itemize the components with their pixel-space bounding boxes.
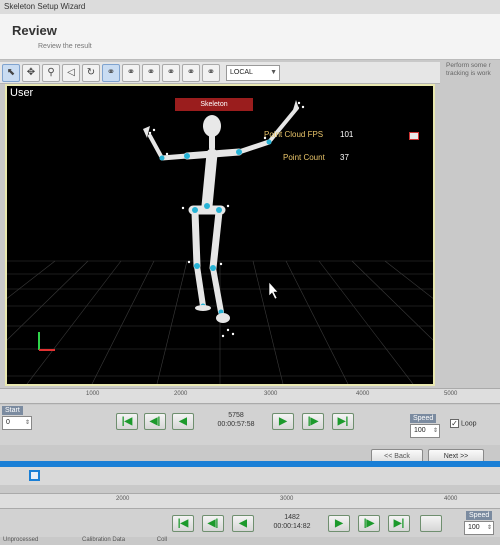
skip-to-start-button[interactable]: |◀ (172, 515, 194, 532)
rotate-icon[interactable]: ↻ (82, 63, 100, 82)
speed-input[interactable]: 100 ⇕ (410, 424, 440, 438)
speed-input[interactable]: 100 ⇕ (464, 521, 494, 535)
page-subtitle: Review the result (38, 43, 92, 50)
tick-label: 2000 (174, 391, 188, 397)
tick-label: 1000 (86, 391, 100, 397)
checkmark-icon[interactable]: ✓ (450, 419, 459, 428)
status-middle: Calibration Data (82, 537, 126, 543)
bone-icon[interactable]: ⚭ (162, 63, 180, 82)
start-frame-value: 0 (6, 419, 10, 426)
tick-label: 2000 (116, 496, 130, 502)
camera-icon[interactable] (409, 132, 419, 140)
tick-label: 3000 (264, 391, 278, 397)
timeline-ruler[interactable]: 1000 2000 3000 4000 5000 (0, 388, 500, 404)
status-left: Unprocessed (3, 537, 39, 543)
strip-marker[interactable] (29, 470, 40, 481)
tick-label: 3000 (280, 496, 294, 502)
timecode: 00:00:57:58 (217, 421, 255, 428)
chevron-down-icon: ▼ (270, 68, 277, 76)
bone-icon[interactable]: ⚭ (202, 63, 220, 82)
bone-icon[interactable]: ⚭ (122, 63, 140, 82)
skeleton-tag[interactable]: Skeleton (175, 98, 253, 111)
point-cloud-fps-label: Point Cloud FPS (264, 130, 324, 139)
secondary-playback-controls: |◀ ◀| ◀ 1482 00:00:14:82 ▶ |▶ ▶| Speed 1… (0, 509, 500, 537)
speed-label: Speed (466, 511, 493, 520)
wizard-header: Review Review the result (0, 14, 500, 60)
play-reverse-button[interactable]: ◀ (232, 515, 254, 532)
secondary-strip (0, 467, 500, 485)
frame-readout: 5758 00:00:57:58 (207, 411, 265, 433)
spinner-icon[interactable]: ⇕ (25, 417, 30, 429)
step-forward-button[interactable]: |▶ (358, 515, 380, 532)
frame-number: 1482 (284, 514, 300, 521)
play-button[interactable]: ▶ (328, 515, 350, 532)
start-label: Start (2, 406, 23, 415)
step-back-button[interactable]: ◀| (202, 515, 224, 532)
timecode: 00:00:14:82 (273, 523, 311, 530)
zoom-icon[interactable]: ⚲ (42, 63, 60, 82)
viewport-scene (7, 100, 433, 384)
playback-controls: Start 0 ⇕ |◀ ◀| ◀ 5758 00:00:57:58 ▶ |▶ … (0, 405, 500, 445)
skip-to-end-button[interactable]: ▶| (332, 413, 354, 430)
speed-label: Speed (410, 414, 437, 423)
loop-label: Loop (460, 420, 477, 428)
spinner-icon[interactable]: ⇕ (487, 522, 492, 534)
viewport-toolbar: ⬉ ✥ ⚲ ◁ ↻ ⚭ ⚭ ⚭ ⚭ ⚭ ⚭ LOCAL ▼ (0, 62, 440, 84)
tick-label: 4000 (444, 496, 458, 502)
loop-checkbox[interactable]: ✓ Loop (450, 419, 477, 428)
start-frame-input[interactable]: 0 ⇕ (2, 416, 32, 430)
point-count-value: 37 (340, 153, 349, 162)
bone-icon[interactable]: ⚭ (182, 63, 200, 82)
tick-label: 4000 (356, 391, 370, 397)
3d-viewport[interactable]: User Skeleton Point Cloud FPS 101 Point … (5, 84, 435, 386)
skip-to-end-button[interactable]: ▶| (388, 515, 410, 532)
step-back-button[interactable]: ◀| (144, 413, 166, 430)
bone-icon[interactable]: ⚭ (102, 63, 120, 82)
step-forward-button[interactable]: |▶ (302, 413, 324, 430)
coordinate-mode-value: LOCAL (230, 68, 253, 76)
tick-label: 5000 (444, 391, 458, 397)
viewport-label: User (10, 87, 34, 99)
bone-icon[interactable]: ⚭ (142, 63, 160, 82)
status-bar: Unprocessed Calibration Data Coll (0, 537, 500, 545)
record-button[interactable] (420, 515, 442, 532)
status-right: Coll (156, 537, 168, 543)
skip-to-start-button[interactable]: |◀ (116, 413, 138, 430)
mouse-cursor-icon (268, 281, 279, 300)
secondary-timeline-ruler[interactable]: 2000 3000 4000 (0, 493, 500, 509)
speed-value: 100 (468, 524, 480, 531)
play-button[interactable]: ▶ (272, 413, 294, 430)
frame-readout: 1482 00:00:14:82 (263, 513, 321, 535)
window-titlebar: Skeleton Setup Wizard (0, 0, 500, 14)
spinner-icon[interactable]: ⇕ (433, 425, 438, 437)
speaker-icon[interactable]: ◁ (62, 63, 80, 82)
page-title: Review (12, 23, 57, 38)
select-icon[interactable]: ⬉ (2, 63, 20, 82)
point-cloud-fps-value: 101 (340, 130, 354, 139)
window-title: Skeleton Setup Wizard (4, 2, 86, 11)
frame-number: 5758 (228, 412, 244, 419)
move-icon[interactable]: ✥ (22, 63, 40, 82)
speed-value: 100 (414, 427, 426, 434)
coordinate-mode-select[interactable]: LOCAL ▼ (226, 64, 280, 81)
play-reverse-button[interactable]: ◀ (172, 413, 194, 430)
side-instructions: Perform some r tracking is work (446, 62, 491, 77)
point-count-label: Point Count (283, 153, 325, 162)
axis-gizmo (38, 332, 55, 351)
